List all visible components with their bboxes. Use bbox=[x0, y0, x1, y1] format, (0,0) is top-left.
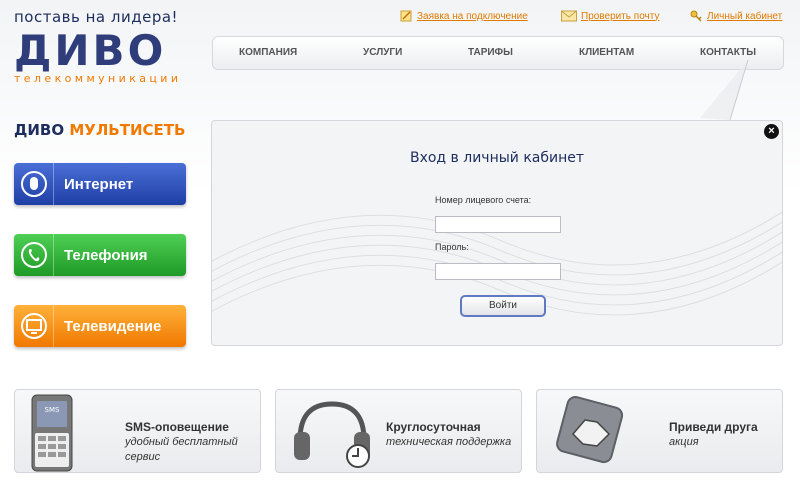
service-tv-label: Телевидение bbox=[64, 317, 162, 335]
mouse-icon bbox=[14, 163, 54, 205]
promo-support[interactable]: Круглосуточная техническая поддержка bbox=[275, 389, 522, 473]
service-internet-label: Интернет bbox=[64, 175, 134, 193]
nav-pointer-decoration bbox=[700, 60, 749, 120]
phone-icon bbox=[14, 234, 54, 276]
request-connection-link[interactable]: Заявка на подключение bbox=[400, 10, 528, 22]
headset-icon bbox=[294, 401, 370, 468]
check-mail-label: Проверить почту bbox=[581, 10, 660, 22]
promo-support-subtitle: техническая поддержка bbox=[386, 436, 512, 448]
edit-icon bbox=[400, 10, 413, 22]
check-mail-link[interactable]: Проверить почту bbox=[561, 10, 659, 22]
logo[interactable]: ДИВО bbox=[14, 30, 166, 72]
nav-clients[interactable]: КЛИЕНТАМ bbox=[579, 47, 634, 58]
mobile-phone-icon: SMS bbox=[31, 394, 73, 472]
close-icon[interactable]: × bbox=[764, 124, 779, 139]
key-icon bbox=[690, 10, 703, 22]
promo-sms-title: SMS-оповещение bbox=[125, 420, 229, 434]
nav-contacts[interactable]: КОНТАКТЫ bbox=[700, 47, 756, 58]
service-tv-button[interactable]: Телевидение bbox=[14, 305, 186, 347]
nav-company[interactable]: КОМПАНИЯ bbox=[239, 47, 297, 58]
phone-screen-text: SMS bbox=[45, 406, 60, 414]
password-input[interactable] bbox=[435, 263, 561, 280]
account-number-input[interactable] bbox=[435, 216, 561, 233]
login-panel: Вход в личный кабинет Номер лицевого сче… bbox=[211, 120, 783, 346]
promo-friend-subtitle: акция bbox=[669, 436, 699, 448]
personal-cabinet-label: Личный кабинет bbox=[707, 10, 783, 22]
service-telephony-label: Телефония bbox=[64, 246, 148, 264]
services-title: ДИВО МУЛЬТИСЕТЬ bbox=[14, 121, 185, 139]
nav-tariffs[interactable]: ТАРИФЫ bbox=[468, 47, 513, 58]
login-title: Вход в личный кабинет bbox=[409, 150, 585, 166]
service-internet-button[interactable]: Интернет bbox=[14, 163, 186, 205]
personal-cabinet-link[interactable]: Личный кабинет bbox=[690, 10, 782, 22]
slogan: поставь на лидера! bbox=[14, 8, 179, 26]
promo-friend-title: Приведи друга bbox=[669, 420, 758, 434]
promo-sms-subtitle: удобный бесплатный сервис bbox=[125, 436, 238, 463]
logo-subtitle: телекоммуникации bbox=[14, 72, 182, 85]
request-connection-label: Заявка на подключение bbox=[417, 10, 528, 22]
main-nav: КОМПАНИЯ УСЛУГИ ТАРИФЫ КЛИЕНТАМ КОНТАКТЫ bbox=[212, 36, 784, 70]
password-label: Пароль: bbox=[435, 242, 469, 252]
promo-sms[interactable]: SMS SMS-оповещение удобный бесплатный се… bbox=[14, 389, 261, 473]
nav-services[interactable]: УСЛУГИ bbox=[363, 47, 402, 58]
account-label: Номер лицевого счета: bbox=[435, 195, 532, 205]
services-title-product: МУЛЬТИСЕТЬ bbox=[69, 121, 186, 139]
promo-support-title: Круглосуточная bbox=[386, 420, 481, 434]
service-telephony-button[interactable]: Телефония bbox=[14, 234, 186, 276]
services-title-brand: ДИВО bbox=[14, 121, 65, 139]
promo-refer-friend[interactable]: Приведи друга акция bbox=[536, 389, 783, 473]
envelope-icon bbox=[561, 10, 577, 22]
login-submit-button[interactable]: Войти bbox=[460, 295, 546, 317]
tv-icon bbox=[14, 305, 54, 347]
handshake-icon bbox=[556, 396, 624, 464]
